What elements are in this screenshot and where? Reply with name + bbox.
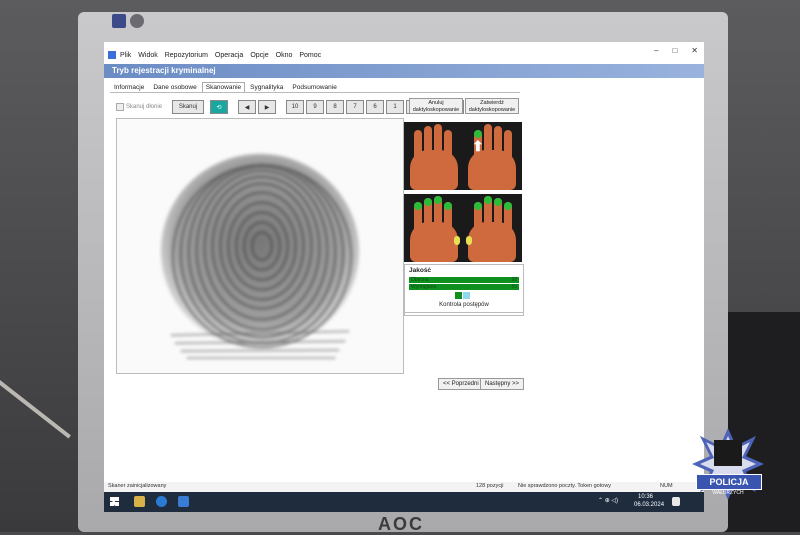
cable xyxy=(0,380,71,439)
app-icon xyxy=(108,51,116,59)
progress-pending-square xyxy=(463,292,470,299)
quality-current-bar: Obecna 98 xyxy=(409,277,519,283)
menu-window[interactable]: Okno xyxy=(276,52,293,59)
tab-divider xyxy=(110,92,520,93)
clock-time[interactable]: 10:36 xyxy=(638,494,653,500)
arrow-left-icon: ◀ xyxy=(244,104,250,111)
finger-button-9[interactable]: 9 xyxy=(306,100,325,114)
arrow-up-icon: ⬆ xyxy=(472,138,484,154)
menu-file[interactable]: Plik xyxy=(120,52,131,59)
menu-help[interactable]: Pomoc xyxy=(299,52,321,59)
screen: Plik Widok Repozytorium Operacja Opcje O… xyxy=(104,42,704,512)
window-controls: – □ ✕ xyxy=(654,46,698,55)
scan-hands-checkbox[interactable]: Skanuj dłonie xyxy=(116,103,162,111)
edge-browser-icon[interactable] xyxy=(156,496,167,507)
quality-title: Jakość xyxy=(409,267,432,274)
eagle-icon xyxy=(714,440,742,466)
quality-current-value: 98 xyxy=(511,277,517,283)
scan-button[interactable]: Skanuj xyxy=(172,100,205,114)
rotate-tool-button[interactable]: ⟲ xyxy=(210,100,229,114)
tray-icons[interactable]: ⌃ ⊕ ◁) xyxy=(598,497,618,504)
menu-repository[interactable]: Repozytorium xyxy=(165,52,208,59)
menu-view[interactable]: Widok xyxy=(138,52,157,59)
left-hand-button[interactable]: ◀ xyxy=(238,100,257,114)
checkbox-box[interactable] xyxy=(116,103,124,111)
file-explorer-icon[interactable] xyxy=(134,496,145,507)
finger-button-10[interactable]: 10 xyxy=(286,100,305,114)
rotate-icon: ⟲ xyxy=(216,104,222,111)
confirm-label-1: Zatwierdź xyxy=(480,100,504,106)
positions-count: 128 pozycji xyxy=(476,483,504,489)
arrow-right-icon: ▶ xyxy=(264,104,270,111)
confirm-label-2: daktyloskopowanie xyxy=(468,107,516,113)
finger-button-8[interactable]: 8 xyxy=(326,100,345,114)
clock-date[interactable]: 06.03.2024 xyxy=(634,502,664,508)
camera-icon[interactable] xyxy=(130,14,144,28)
menu-options[interactable]: Opcje xyxy=(250,52,268,59)
quality-current-label: Obecna xyxy=(411,277,429,283)
hand-guide-panel: ⬆ xyxy=(404,122,522,262)
police-logo: POLICJA WAŁBRZYCH xyxy=(688,418,768,514)
right-hand-icon xyxy=(466,196,516,262)
right-hand-icon xyxy=(468,124,516,190)
cancel-label-1: Anuluj xyxy=(428,100,444,106)
mail-status: Nie sprawdzono poczty. Token gotowy xyxy=(518,483,612,489)
fingerprint-image xyxy=(160,153,360,360)
minimize-icon[interactable]: – xyxy=(654,46,658,55)
room-background: AOC Plik Widok Repozytorium Operacja Opc… xyxy=(0,0,800,534)
progress-done-square xyxy=(455,292,462,299)
taskbar: ⌃ ⊕ ◁) 10:36 06.03.2024 xyxy=(104,492,704,512)
close-icon[interactable]: ✕ xyxy=(691,46,698,55)
left-hand-icon xyxy=(410,196,460,262)
menu-bar: Plik Widok Repozytorium Operacja Opcje O… xyxy=(104,48,704,62)
cancel-fingerprinting-button[interactable]: Anuluj daktyloskopowanie xyxy=(409,98,463,114)
app-icon[interactable] xyxy=(112,14,126,28)
window-title: Tryb rejestracji kryminalnej xyxy=(104,64,704,78)
previous-button[interactable]: << Poprzedni xyxy=(438,378,484,390)
hand-guide-top: ⬆ xyxy=(404,122,522,190)
left-hand-icon xyxy=(410,124,458,190)
next-button[interactable]: Następny >> xyxy=(480,378,525,390)
scanner-status: Skaner zainicjalizowany xyxy=(108,483,167,489)
checkbox-label: Skanuj dłonie xyxy=(126,104,163,110)
confirm-fingerprinting-button[interactable]: Zatwierdź daktyloskopowanie xyxy=(465,98,519,114)
cancel-label-2: daktyloskopowanie xyxy=(412,107,460,113)
scanner-app-icon[interactable] xyxy=(178,496,189,507)
notification-icon[interactable] xyxy=(672,497,680,506)
finger-button-7[interactable]: 7 xyxy=(346,100,365,114)
finger-button-6[interactable]: 6 xyxy=(366,100,385,114)
logo-text: POLICJA xyxy=(696,474,762,490)
progress-label: Kontrola postępów xyxy=(439,302,489,308)
windows-start-icon[interactable] xyxy=(110,497,119,506)
fingerprint-scan-area xyxy=(116,118,404,374)
logo-subtext: WAŁBRZYCH xyxy=(712,490,744,496)
numlock-indicator: NUM xyxy=(660,483,673,489)
hand-guide-bottom xyxy=(404,194,522,262)
maximize-icon[interactable]: □ xyxy=(672,46,677,55)
right-hand-button[interactable]: ▶ xyxy=(258,100,277,114)
status-bar: Skaner zainicjalizowany 128 pozycji Nie … xyxy=(104,482,704,492)
finger-button-1[interactable]: 1 xyxy=(386,100,405,114)
menu-operation[interactable]: Operacja xyxy=(215,52,243,59)
progress-control: Kontrola postępów xyxy=(404,290,524,313)
desktop-icons xyxy=(112,14,144,28)
